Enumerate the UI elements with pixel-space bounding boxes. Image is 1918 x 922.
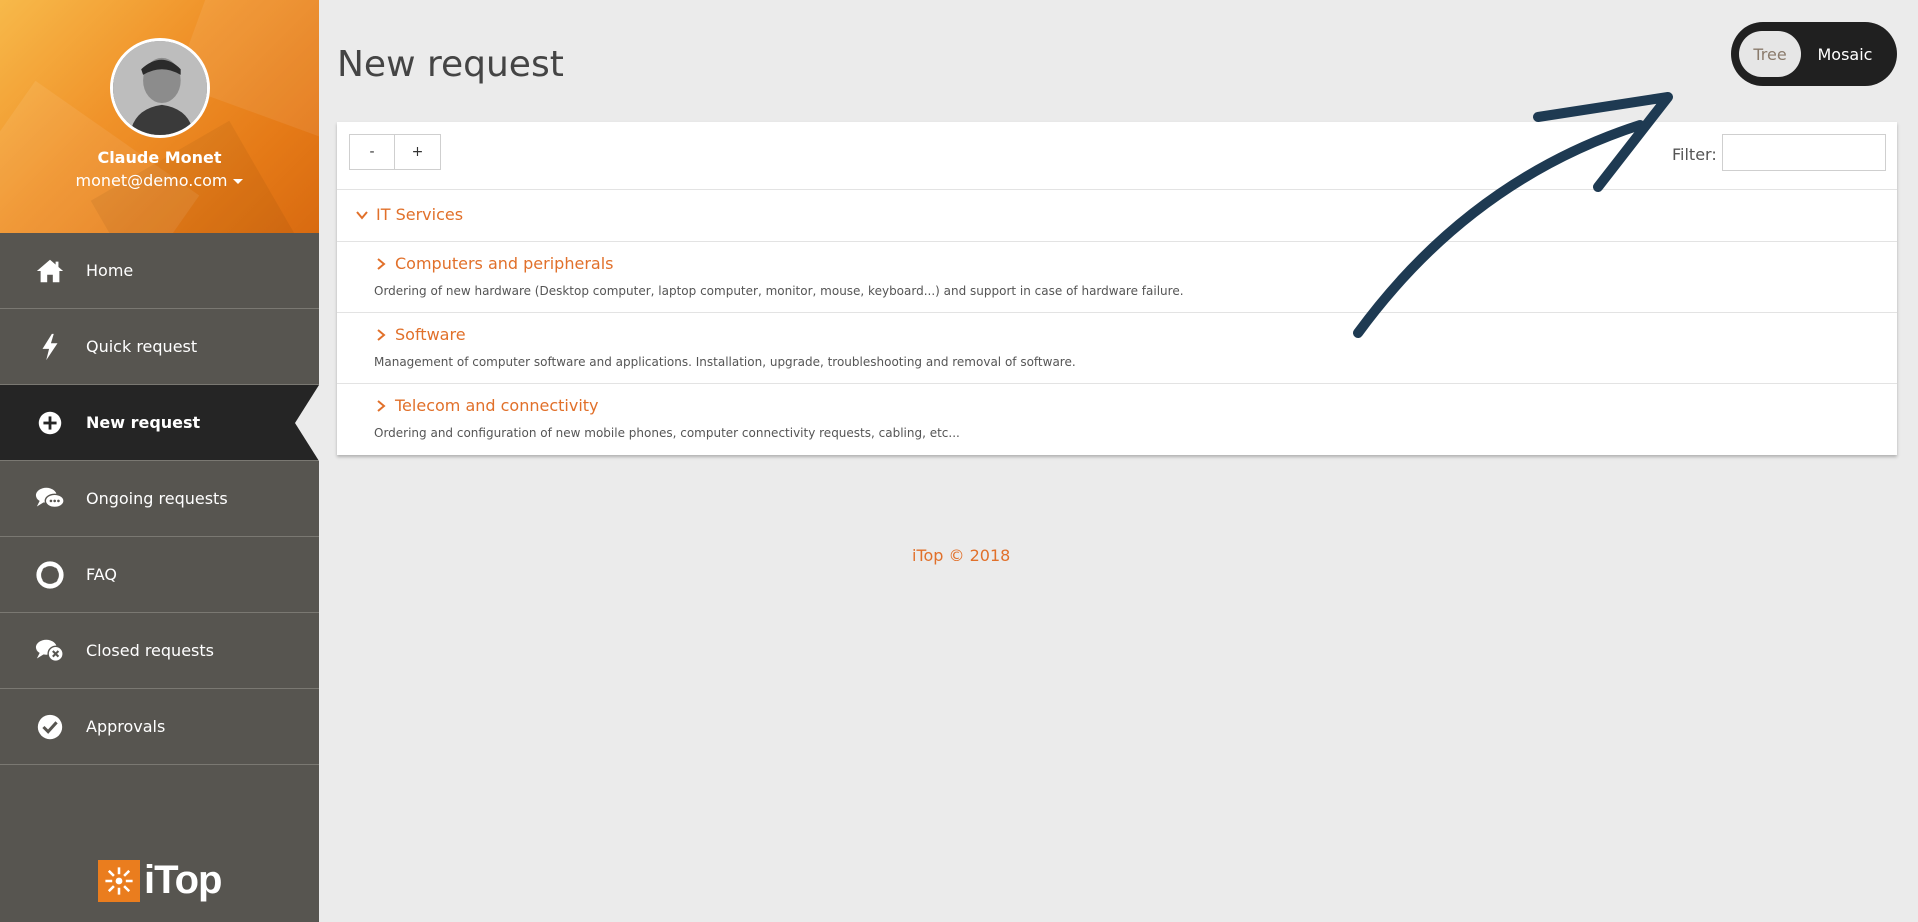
sidebar-item-label: Home: [86, 261, 134, 280]
sidebar-item-label: FAQ: [86, 565, 117, 584]
tree-node-it-services[interactable]: IT Services: [355, 205, 463, 224]
view-mosaic-toggle[interactable]: Mosaic: [1801, 31, 1889, 77]
tree-node-label: Telecom and connectivity: [395, 396, 599, 415]
filter-label: Filter:: [1672, 145, 1717, 164]
sidebar-item-ongoing-requests[interactable]: Ongoing requests: [0, 461, 319, 537]
user-panel: Claude Monet monet@demo.com: [0, 0, 319, 233]
sidebar-item-label: Ongoing requests: [86, 489, 228, 508]
bolt-icon: [34, 331, 66, 363]
service-tree-panel: - + Filter: IT Services Computers and pe…: [337, 122, 1897, 455]
tree-node-software[interactable]: Software: [374, 325, 466, 344]
sidebar-item-approvals[interactable]: Approvals: [0, 689, 319, 765]
itop-logo-text: iTop: [144, 858, 222, 902]
tree-toolbar: - + Filter:: [337, 122, 1897, 190]
sidebar-item-new-request[interactable]: New request: [0, 384, 319, 461]
itop-logo[interactable]: iTop: [98, 858, 222, 903]
tree-node-description: Ordering of new hardware (Desktop comput…: [374, 284, 1184, 298]
avatar[interactable]: [110, 38, 210, 138]
user-email-label: monet@demo.com: [75, 171, 228, 190]
tree-row: Software Management of computer software…: [337, 313, 1897, 384]
sidebar-item-closed-requests[interactable]: Closed requests: [0, 613, 319, 689]
tree-row: Telecom and connectivity Ordering and co…: [337, 384, 1897, 455]
tree-node-label: IT Services: [376, 205, 464, 224]
footer-copyright: iTop © 2018: [912, 546, 1011, 565]
chevron-right-icon: [377, 328, 386, 341]
tree-node-computers-and-peripherals[interactable]: Computers and peripherals: [374, 254, 613, 273]
sidebar-item-label: New request: [86, 413, 201, 432]
expand-collapse-group: - +: [349, 134, 441, 170]
plus-circle-icon: [34, 407, 66, 439]
tree-node-description: Management of computer software and appl…: [374, 355, 1076, 369]
sidebar-item-label: Approvals: [86, 717, 166, 736]
user-email-dropdown[interactable]: monet@demo.com: [0, 171, 319, 190]
chat-closed-icon: [34, 635, 66, 667]
home-icon: [34, 255, 66, 287]
chevron-right-icon: [377, 399, 386, 412]
chat-bubbles-icon: [34, 483, 66, 515]
tree-row: Computers and peripherals Ordering of ne…: [337, 242, 1897, 313]
tree-node-label: Computers and peripherals: [395, 254, 614, 273]
caret-down-icon: [233, 179, 244, 184]
avatar-photo: [113, 41, 207, 135]
sidebar-item-label: Closed requests: [86, 641, 214, 660]
sidebar: Claude Monet monet@demo.com Home Quick r…: [0, 0, 319, 922]
chevron-right-icon: [377, 257, 386, 270]
view-tree-toggle[interactable]: Tree: [1739, 31, 1801, 77]
collapse-all-button[interactable]: -: [349, 134, 395, 170]
page-title: New request: [337, 44, 564, 85]
tree-node-description: Ordering and configuration of new mobile…: [374, 426, 960, 440]
chevron-down-icon: [356, 210, 368, 220]
sidebar-item-home[interactable]: Home: [0, 233, 319, 309]
itop-logo-icon: [98, 859, 140, 902]
sidebar-item-faq[interactable]: FAQ: [0, 537, 319, 613]
check-circle-icon: [34, 711, 66, 743]
user-name: Claude Monet: [97, 148, 222, 167]
tree-row: IT Services: [337, 190, 1897, 242]
tree-node-telecom-and-connectivity[interactable]: Telecom and connectivity: [374, 396, 599, 415]
view-mode-switch: Tree Mosaic: [1731, 22, 1897, 86]
sidebar-menu: Home Quick request New request Ongoing r…: [0, 233, 319, 765]
sidebar-item-label: Quick request: [86, 337, 198, 356]
expand-all-button[interactable]: +: [395, 134, 441, 170]
tree-node-label: Software: [395, 325, 466, 344]
lifebuoy-icon: [34, 559, 66, 591]
sidebar-item-quick-request[interactable]: Quick request: [0, 309, 319, 385]
filter-input[interactable]: [1722, 134, 1886, 171]
